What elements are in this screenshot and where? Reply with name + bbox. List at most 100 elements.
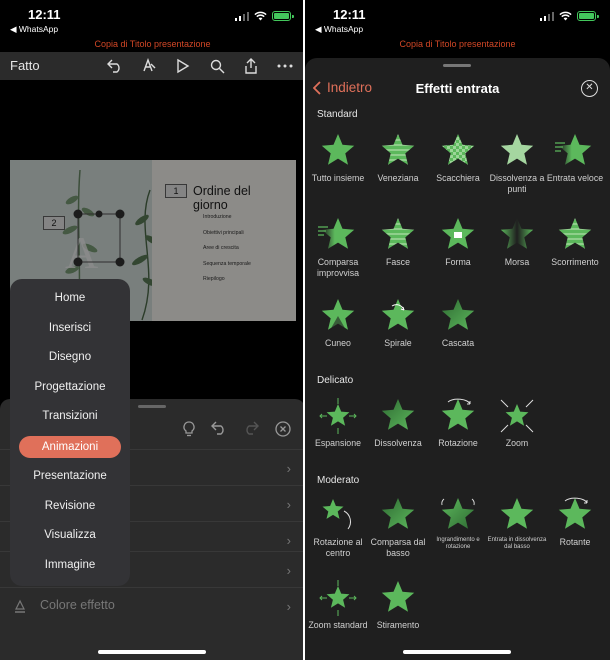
search-icon[interactable] [207,56,227,76]
color-effect-row[interactable]: Colore effetto › [0,587,305,623]
battery-icon [577,11,599,21]
home-indicator[interactable] [403,650,511,654]
effect-option[interactable]: Fasce [368,215,428,268]
section-header-delicato: Delicato [317,375,354,386]
effect-option[interactable]: Spirale [368,296,428,349]
effect-option[interactable]: Veneziana [368,131,428,184]
effect-option[interactable]: Entrata in dissolvenza dal basso [487,495,547,551]
home-indicator[interactable] [98,650,206,654]
effect-label: Rotante [559,537,591,547]
lightbulb-icon[interactable] [183,421,195,442]
back-to-app-link[interactable]: ◀ WhatsApp [315,24,363,35]
color-effect-label: Colore effetto [40,598,115,612]
share-icon[interactable] [241,56,261,76]
effect-option[interactable]: Zoom [487,396,547,449]
effect-option[interactable]: Comparsa improvvisa [308,215,368,278]
sheet-grabber[interactable] [443,64,471,67]
effect-option[interactable]: Entrata veloce [545,131,605,184]
star-effect-icon [428,495,488,535]
star-effect-icon [545,495,605,535]
star-effect-icon [308,396,368,436]
star-effect-icon [308,495,368,535]
effect-option[interactable]: Espansione [308,396,368,449]
effect-option[interactable]: Tutto insieme [308,131,368,184]
star-effect-icon [368,296,428,336]
effect-label: Entrata veloce [546,173,604,183]
menu-item-slideshow[interactable]: Presentazione [10,465,130,487]
clock: 12:11 [333,7,366,22]
star-effect-icon [487,495,547,535]
effect-option[interactable]: Cuneo [308,296,368,349]
menu-item-review[interactable]: Revisione [10,495,130,517]
effect-option[interactable]: Dissolvenza [368,396,428,449]
star-effect-icon [545,215,605,255]
effect-option[interactable]: Rotante [545,495,605,548]
effect-option[interactable]: Scorrimento [545,215,605,268]
star-effect-icon [428,396,488,436]
effect-label: Cascata [441,338,475,348]
panel-grabber[interactable] [138,405,166,408]
done-button[interactable]: Fatto [10,58,40,73]
draw-pen-icon[interactable] [139,56,159,76]
editor-toolbar: Fatto [0,52,305,80]
entrance-effects-sheet: Indietro Effetti entrata ✕ Standard Deli… [305,58,610,660]
menu-item-design[interactable]: Progettazione [10,376,130,398]
section-header-moderato: Moderato [317,475,360,486]
close-icon[interactable] [275,421,291,442]
effect-label: Tutto insieme [311,173,365,183]
more-icon[interactable] [275,56,295,76]
undo-icon[interactable] [211,421,227,442]
star-effect-icon [368,578,428,618]
effect-label: Spirale [384,338,412,348]
effect-label: Comparsa dal basso [370,537,426,558]
effect-label: Comparsa improvvisa [316,257,360,278]
effect-label: Rotazione [438,438,478,448]
status-bar: 12:11 ◀ WhatsApp [305,0,610,36]
menu-item-insert[interactable]: Inserisci [10,317,130,339]
effect-option[interactable]: Comparsa dal basso [368,495,428,558]
status-icons [234,11,294,21]
back-to-app-link[interactable]: ◀ WhatsApp [10,24,58,35]
signal-icon [234,11,249,21]
menu-item-draw[interactable]: Disegno [10,346,130,368]
menu-item-transitions[interactable]: Transizioni [10,405,130,427]
effect-option[interactable]: Rotazione al centro [308,495,368,558]
effect-option[interactable]: Forma [428,215,488,268]
close-icon[interactable]: ✕ [581,80,598,97]
effect-option[interactable]: Scacchiera [428,131,488,184]
document-title: Copia di Titolo presentazione [399,39,516,49]
effect-label: Zoom standard [308,620,368,630]
effect-label: Zoom [505,438,529,448]
star-effect-icon [368,131,428,171]
star-effect-icon [368,495,428,535]
effect-label: Scorrimento [551,257,599,267]
effect-option[interactable]: Morsa [487,215,547,268]
star-effect-icon [428,296,488,336]
status-bar: 12:11 ◀ WhatsApp [0,0,305,36]
menu-item-home[interactable]: Home [10,287,130,309]
signal-icon [539,11,554,21]
star-effect-icon [487,396,547,436]
effect-label: Dissolvenza [374,438,422,448]
effect-option[interactable]: Ingrandimento e rotazione [428,495,488,551]
undo-icon[interactable] [105,56,125,76]
star-effect-icon [487,215,547,255]
menu-item-animations[interactable]: Animazioni [19,436,121,458]
menu-item-picture[interactable]: Immagine [10,554,130,576]
effect-label: Stiramento [376,620,420,630]
star-effect-icon [428,131,488,171]
effect-option[interactable]: Zoom standard [308,578,368,631]
play-icon[interactable] [173,56,193,76]
effect-label: Rotazione al centro [313,537,363,558]
effect-label: Espansione [315,438,361,448]
effect-option[interactable]: Rotazione [428,396,488,449]
menu-item-view[interactable]: Visualizza [10,524,130,546]
effect-option[interactable]: Dissolvenza a punti [487,131,547,194]
effect-option[interactable]: Cascata [428,296,488,349]
left-screen: 12:11 ◀ WhatsApp Copia di Titolo present… [0,0,305,660]
redo-icon[interactable] [243,421,259,442]
chevron-right-icon: › [286,533,291,548]
paint-bucket-icon [14,599,26,618]
effect-label: Veneziana [377,173,419,183]
effect-option[interactable]: Stiramento [368,578,428,631]
